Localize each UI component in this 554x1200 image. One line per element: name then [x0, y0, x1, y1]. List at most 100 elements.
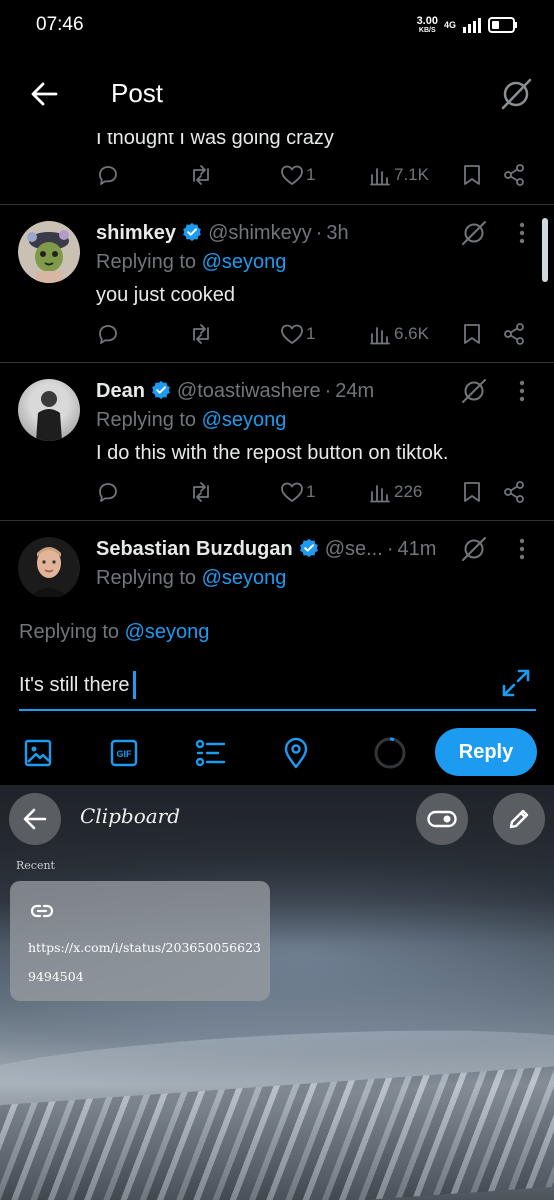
- separator-dot: ·: [386, 538, 394, 560]
- tweet-header: Sebastian Buzdugan @se... · 41m: [96, 535, 464, 561]
- reply-action[interactable]: [96, 322, 120, 346]
- location-button[interactable]: [279, 736, 313, 770]
- clipboard-back-button[interactable]: [9, 793, 61, 845]
- heart-icon: [281, 324, 303, 344]
- author-handle[interactable]: @toastiwashere: [177, 380, 321, 403]
- bookmark-action[interactable]: [462, 163, 482, 187]
- views-icon: [370, 485, 390, 503]
- views-icon: [370, 168, 390, 186]
- avatar[interactable]: [18, 379, 80, 441]
- replying-to-mention[interactable]: @seyong: [125, 621, 210, 643]
- bookmark-action[interactable]: [462, 322, 482, 346]
- clipboard-item[interactable]: https://x.com/i/status/20365005662394945…: [10, 881, 270, 1001]
- like-count: 1: [306, 165, 316, 184]
- status-bar: 07:46 3.00 KB/S 4G: [0, 0, 554, 50]
- grok-button[interactable]: [498, 76, 534, 112]
- view-count: 7.1K: [394, 165, 429, 184]
- replying-prefix: Replying to: [19, 621, 120, 643]
- more-options-button[interactable]: [512, 377, 532, 405]
- share-action[interactable]: [502, 480, 526, 504]
- replying-to: Replying to @seyong: [96, 251, 286, 274]
- gif-button[interactable]: GIF: [107, 736, 141, 770]
- like-action[interactable]: 1: [280, 481, 315, 503]
- clipboard-edit-button[interactable]: [493, 793, 545, 845]
- battery-icon: [488, 17, 517, 33]
- bookmark-icon: [464, 165, 480, 185]
- grok-icon[interactable]: [460, 535, 488, 563]
- tweet-text: I do this with the repost button on tikt…: [96, 442, 449, 464]
- verified-badge-icon: [299, 538, 318, 558]
- composer-toolbar: GIF Reply: [0, 727, 554, 779]
- reply-composer: Replying to @seyong It's still there GIF…: [0, 597, 554, 785]
- replying-to-mention[interactable]: @seyong: [202, 251, 287, 273]
- reply-action[interactable]: [96, 480, 120, 504]
- views-action[interactable]: 7.1K: [370, 164, 429, 186]
- verified-badge-icon: [183, 222, 201, 242]
- svg-text:GIF: GIF: [117, 749, 133, 759]
- more-options-button[interactable]: [512, 219, 532, 247]
- media-button[interactable]: [21, 736, 55, 770]
- gif-icon: GIF: [110, 739, 138, 767]
- replying-to: Replying to @seyong: [96, 567, 286, 590]
- scrollbar[interactable]: [542, 218, 548, 282]
- grok-icon: [501, 78, 532, 110]
- avatar[interactable]: [18, 221, 80, 283]
- back-button[interactable]: [26, 76, 62, 112]
- grok-icon[interactable]: [460, 377, 488, 405]
- replying-prefix: Replying to: [96, 409, 197, 431]
- grok-icon[interactable]: [460, 219, 488, 247]
- avatar[interactable]: [18, 537, 80, 597]
- author-handle[interactable]: @shimkeyy: [208, 222, 312, 245]
- repost-action[interactable]: [188, 480, 214, 504]
- like-action[interactable]: 1: [280, 323, 315, 345]
- views-action[interactable]: 226: [370, 481, 422, 503]
- clipboard-toggle-button[interactable]: [416, 793, 468, 845]
- avatar-art: [30, 547, 68, 597]
- repost-action[interactable]: [188, 322, 214, 346]
- signal-icon: [463, 18, 481, 33]
- more-options-button[interactable]: [512, 535, 532, 563]
- repost-action[interactable]: [188, 163, 214, 187]
- author-handle[interactable]: @se...: [325, 538, 383, 561]
- tweet-reply[interactable]: Sebastian Buzdugan @se... · 41m Replying…: [0, 521, 554, 597]
- view-count: 6.6K: [394, 324, 429, 343]
- views-action[interactable]: 6.6K: [370, 323, 429, 345]
- reply-thread[interactable]: I thought I was going crazy 1 7.1K shimk…: [0, 133, 554, 597]
- tweet-actions: 1 6.6K: [96, 319, 532, 349]
- tweet-reply[interactable]: Dean @toastiwashere · 24m Replying to @s…: [0, 363, 554, 521]
- separator-dot: ·: [324, 380, 332, 402]
- like-count: 1: [306, 482, 316, 501]
- share-action[interactable]: [502, 322, 526, 346]
- expand-icon[interactable]: [500, 667, 532, 699]
- reply-icon: [99, 325, 117, 344]
- share-action[interactable]: [502, 163, 526, 187]
- reply-input[interactable]: It's still there: [19, 671, 136, 699]
- text-caret: [132, 671, 136, 699]
- poll-button[interactable]: [193, 736, 227, 770]
- reply-button[interactable]: Reply: [435, 728, 537, 776]
- keyboard-clipboard-panel: Clipboard Recent https://x.com/i/status/…: [0, 785, 554, 1200]
- author-name[interactable]: Sebastian Buzdugan: [96, 538, 293, 561]
- tweet-header: Dean @toastiwashere · 24m: [96, 377, 464, 403]
- clipboard-section-label: Recent: [16, 859, 55, 872]
- replying-to-mention[interactable]: @seyong: [202, 567, 287, 589]
- share-icon: [504, 481, 524, 503]
- tweet-header: shimkey @shimkeyy · 3h: [96, 219, 464, 245]
- tweet-partial[interactable]: I thought I was going crazy 1 7.1K: [0, 133, 554, 205]
- like-action[interactable]: 1: [280, 164, 315, 186]
- tweet-reply[interactable]: shimkey @shimkeyy · 3h Replying to @seyo…: [0, 205, 554, 363]
- poll-icon: [195, 739, 226, 767]
- avatar-art: [27, 230, 69, 283]
- network-speed-unit: KB/S: [418, 27, 436, 34]
- bookmark-action[interactable]: [462, 480, 482, 504]
- arrow-left-icon: [31, 82, 58, 106]
- tweet-actions: 1 7.1K: [96, 160, 532, 190]
- author-name[interactable]: Dean: [96, 380, 145, 403]
- clipboard-title: Clipboard: [80, 804, 181, 828]
- heart-icon: [281, 482, 303, 502]
- reply-action[interactable]: [96, 163, 120, 187]
- bookmark-icon: [464, 324, 480, 344]
- clipboard-item-text: https://x.com/i/status/20365005662394945…: [28, 940, 261, 984]
- author-name[interactable]: shimkey: [96, 222, 176, 245]
- replying-to-mention[interactable]: @seyong: [202, 409, 287, 431]
